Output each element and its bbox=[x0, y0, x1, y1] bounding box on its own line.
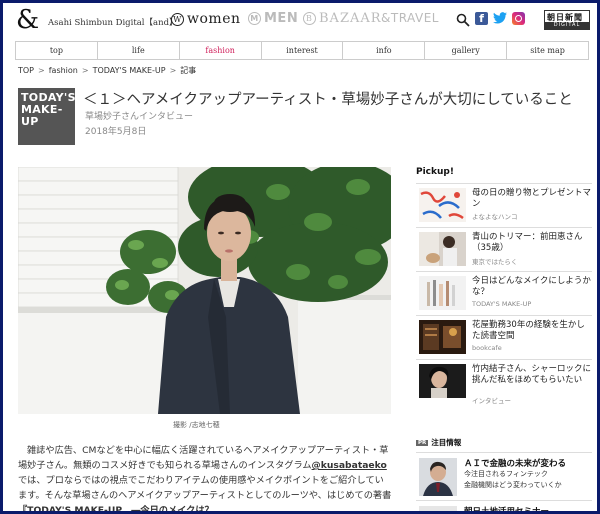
attention-item-title: ＡＩで金融の未来が変わる bbox=[464, 459, 567, 469]
brand-bazaar-link[interactable]: B BAZAAR bbox=[303, 11, 382, 26]
pickup-title: 今日はどんなメイクにしようかな？ bbox=[472, 276, 591, 297]
pickup-source: 東京ではたらく bbox=[472, 258, 518, 266]
breadcrumb-separator: > bbox=[169, 66, 177, 75]
breadcrumb: TOP > fashion > TODAY'S MAKE-UP > 記事 bbox=[18, 65, 196, 76]
attention-item-title: 朝日土地活用セミナー bbox=[464, 507, 550, 514]
pr-badge: PR bbox=[416, 440, 429, 446]
pickup-title: 母の日の贈り物とプレゼントマン bbox=[472, 188, 592, 209]
pickup-title: 竹内結子さん、シャーロックに挑んだ私をほめてもらいたい bbox=[472, 364, 592, 385]
nav-item-fashion[interactable]: fashion bbox=[180, 42, 262, 59]
asahi-logo-digital: DIGITAL bbox=[545, 22, 589, 29]
breadcrumb-fashion[interactable]: fashion bbox=[49, 66, 78, 75]
pickup-item[interactable]: 青山のトリマー：前田恵さん（35歳） 東京ではたらく bbox=[416, 227, 592, 269]
pickup-thumbnail bbox=[419, 320, 466, 354]
pickup-title: 花屋勤務30年の経験を生かした読書空間 bbox=[472, 320, 585, 341]
brand-men-label: MEN bbox=[264, 11, 299, 26]
instagram-icon[interactable] bbox=[512, 12, 525, 25]
brand-travel-link[interactable]: &TRAVEL bbox=[381, 11, 439, 25]
article-title: ＜１＞ヘアメイクアップアーティスト・草場妙子さんが大切にしていること bbox=[83, 92, 573, 108]
women-circle-icon: W bbox=[171, 13, 184, 26]
pickup-thumbnail bbox=[419, 188, 466, 222]
pickup-source: インタビュー bbox=[472, 397, 511, 405]
attention-thumbnail bbox=[419, 458, 457, 496]
brand-women-label: women bbox=[187, 11, 241, 27]
brand-men-link[interactable]: M MEN bbox=[248, 11, 298, 26]
pickup-heading: Pickup! bbox=[416, 167, 454, 177]
attention-item[interactable]: 朝日土地活用セミナー bbox=[416, 500, 592, 514]
breadcrumb-separator: > bbox=[38, 66, 45, 75]
attention-title: 注目情報 bbox=[431, 438, 462, 447]
pickup-item[interactable]: 花屋勤務30年の経験を生かした読書空間 bookcafe bbox=[416, 315, 592, 357]
men-circle-icon: M bbox=[248, 12, 261, 25]
attention-item-line: 金融機関はどう変わっていくか bbox=[464, 481, 562, 489]
series-cover-thumbnail[interactable]: TODAY'S MAKE- UP bbox=[18, 88, 76, 145]
attention-item-line: 今注目されるフィンテック bbox=[464, 470, 548, 478]
main-nav: top life fashion interest info gallery s… bbox=[15, 41, 589, 60]
pickup-source: TODAY'S MAKE-UP bbox=[472, 300, 532, 308]
pickup-thumbnail bbox=[419, 364, 466, 398]
cover-text-line3: UP bbox=[21, 115, 39, 128]
brand-women-link[interactable]: Wwomen bbox=[171, 11, 241, 27]
bazaar-circle-icon: B bbox=[303, 12, 316, 25]
pickup-item[interactable]: 竹内結子さん、シャーロックに挑んだ私をほめてもらいたい インタビュー bbox=[416, 359, 592, 405]
article-date: 2018年5月8日 bbox=[85, 127, 147, 137]
nav-item-interest[interactable]: interest bbox=[262, 42, 344, 59]
pickup-title: 青山のトリマー：前田恵さん（35歳） bbox=[472, 232, 583, 253]
breadcrumb-separator: > bbox=[81, 66, 89, 75]
attention-item[interactable]: ＡＩで金融の未来が変わる 今注目されるフィンテック 金融機関はどう変わっていくか bbox=[416, 452, 592, 500]
brand-bazaar-label: BAZAAR bbox=[319, 11, 382, 26]
nav-item-site-map[interactable]: site map bbox=[507, 42, 588, 59]
book-title-link[interactable]: 『TODAY'S MAKE-UP ―今日のメイクは？ bbox=[18, 505, 214, 511]
nav-item-gallery[interactable]: gallery bbox=[425, 42, 508, 59]
instagram-handle-link[interactable]: @kusabataeko bbox=[312, 460, 387, 471]
photo-caption: 撮影 /志地七穂 bbox=[173, 421, 220, 429]
breadcrumb-current: 記事 bbox=[180, 66, 197, 75]
article-body-part2: では、プロならではの視点でこだわりアイテムの使用感やメイクポイントをご紹介してい… bbox=[18, 475, 392, 501]
facebook-icon[interactable]: f bbox=[475, 12, 488, 25]
nav-item-info[interactable]: info bbox=[343, 42, 426, 59]
breadcrumb-todays-makeup[interactable]: TODAY'S MAKE-UP bbox=[93, 66, 166, 75]
pickup-thumbnail bbox=[419, 276, 466, 310]
pickup-item[interactable]: 母の日の贈り物とプレゼントマン よなよなハンコ bbox=[416, 183, 592, 225]
nav-item-life[interactable]: life bbox=[98, 42, 180, 59]
attention-thumbnail bbox=[419, 506, 457, 511]
twitter-icon[interactable] bbox=[493, 12, 507, 25]
and-logo[interactable]: & bbox=[16, 5, 39, 35]
pickup-source: よなよなハンコ bbox=[472, 213, 518, 221]
attention-heading: PR 注目情報 bbox=[416, 437, 461, 448]
asahi-digital-logo[interactable]: 朝日新聞 DIGITAL bbox=[544, 10, 590, 30]
pickup-source: bookcafe bbox=[472, 344, 502, 352]
nav-item-top[interactable]: top bbox=[16, 42, 98, 59]
article-body: 雑誌や広告、CMなどを中心に幅広く活躍されているヘアメイクアップアーティスト・草… bbox=[18, 443, 393, 511]
breadcrumb-top[interactable]: TOP bbox=[18, 66, 34, 75]
pickup-item[interactable]: 今日はどんなメイクにしようかな？ TODAY'S MAKE-UP bbox=[416, 271, 592, 313]
site-name[interactable]: Asahi Shimbun Digital【and】 bbox=[48, 16, 178, 28]
article-subtitle: 草場妙子さんインタビュー bbox=[85, 112, 194, 122]
browser-frame: & Asahi Shimbun Digital【and】 Wwomen M MEN… bbox=[0, 0, 600, 514]
article-photo bbox=[18, 167, 391, 414]
site-header: & Asahi Shimbun Digital【and】 Wwomen M MEN… bbox=[3, 3, 597, 39]
pickup-thumbnail bbox=[419, 232, 466, 266]
search-icon[interactable] bbox=[456, 12, 470, 27]
